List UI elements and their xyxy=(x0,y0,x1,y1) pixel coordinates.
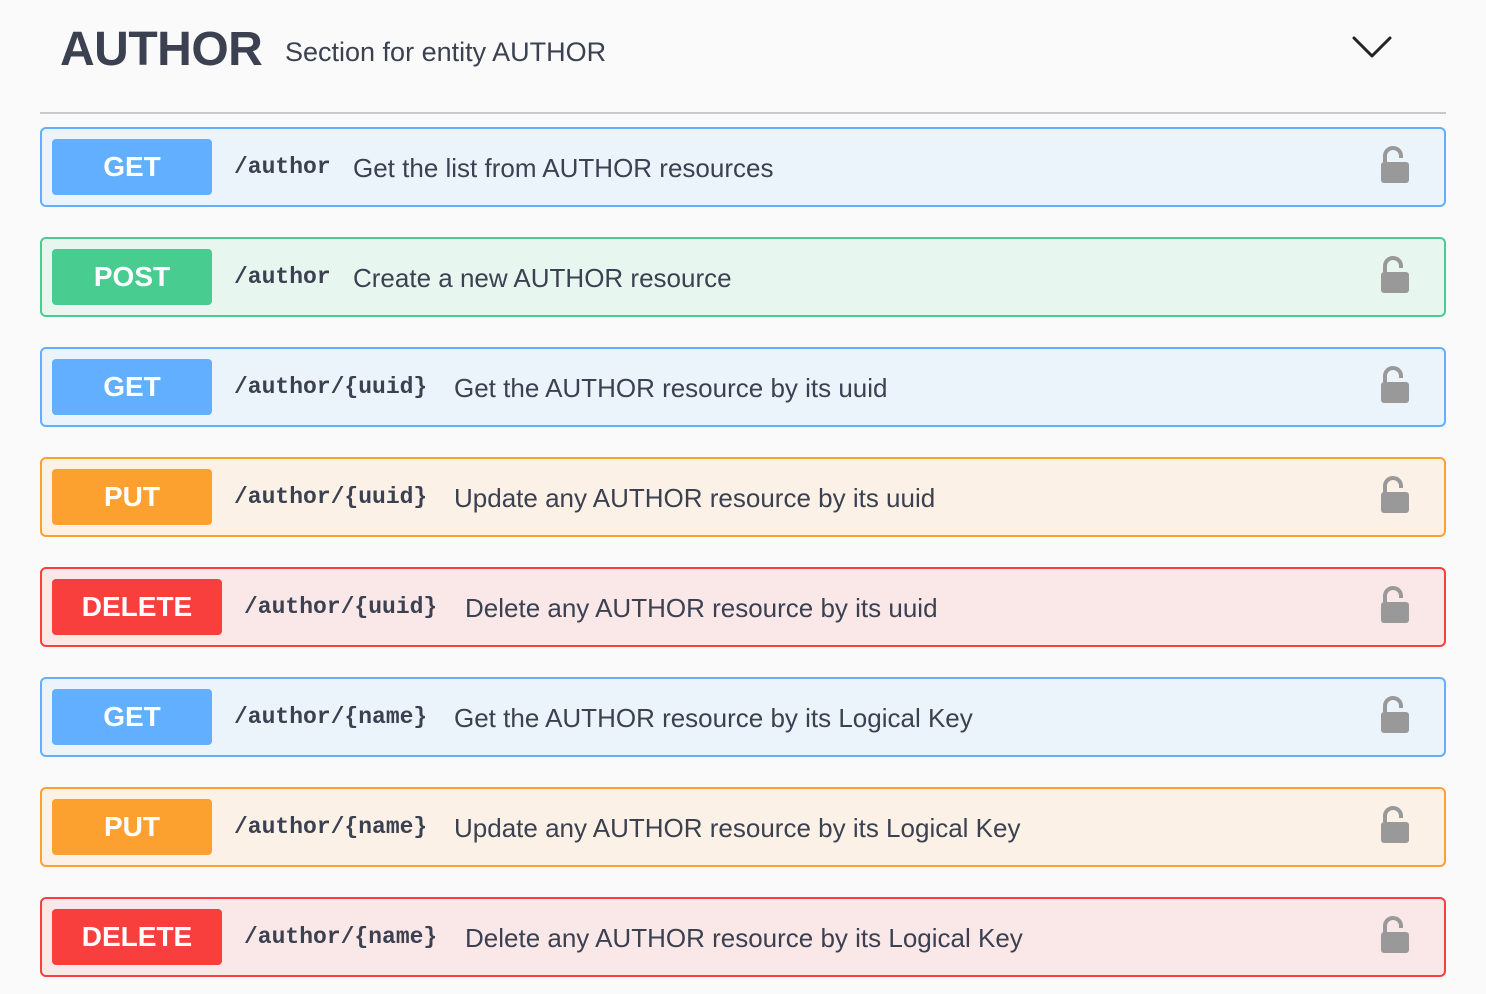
operation-path: /author xyxy=(234,264,331,290)
operation-summary: Update any AUTHOR resource by its Logica… xyxy=(454,813,1021,843)
method-badge: PUT xyxy=(52,799,212,855)
operation-path: /author/{uuid} xyxy=(234,484,428,510)
operation-summary: Get the AUTHOR resource by its Logical K… xyxy=(454,703,973,733)
unlocked-padlock-icon[interactable] xyxy=(1378,695,1412,735)
operation-put-author-uuid[interactable]: PUT /author/{uuid} Update any AUTHOR res… xyxy=(40,457,1446,537)
operation-summary: Create a new AUTHOR resource xyxy=(353,263,732,293)
method-badge: GET xyxy=(52,359,212,415)
operation-summary: Get the AUTHOR resource by its uuid xyxy=(454,373,888,403)
operation-delete-author-name[interactable]: DELETE /author/{name} Delete any AUTHOR … xyxy=(40,897,1446,977)
method-badge: DELETE xyxy=(52,909,222,965)
method-badge: DELETE xyxy=(52,579,222,635)
tag-description: Section for entity AUTHOR xyxy=(285,37,607,67)
chevron-down-icon[interactable] xyxy=(1350,28,1394,64)
operation-delete-author-uuid[interactable]: DELETE /author/{uuid} Delete any AUTHOR … xyxy=(40,567,1446,647)
operation-summary: Delete any AUTHOR resource by its uuid xyxy=(465,593,938,623)
operation-get-author[interactable]: GET /author Get the list from AUTHOR res… xyxy=(40,127,1446,207)
operation-path: /author/{name} xyxy=(244,924,438,950)
method-badge: POST xyxy=(52,249,212,305)
unlocked-padlock-icon[interactable] xyxy=(1378,805,1412,845)
operation-post-author[interactable]: POST /author Create a new AUTHOR resourc… xyxy=(40,237,1446,317)
operation-path: /author/{name} xyxy=(234,814,428,840)
operation-path: /author/{uuid} xyxy=(244,594,438,620)
operation-summary: Update any AUTHOR resource by its uuid xyxy=(454,483,936,513)
operation-get-author-name[interactable]: GET /author/{name} Get the AUTHOR resour… xyxy=(40,677,1446,757)
operation-put-author-name[interactable]: PUT /author/{name} Update any AUTHOR res… xyxy=(40,787,1446,867)
method-badge: GET xyxy=(52,689,212,745)
unlocked-padlock-icon[interactable] xyxy=(1378,365,1412,405)
operation-path: /author/{name} xyxy=(234,704,428,730)
tag-section-header[interactable]: AUTHOR Section for entity AUTHOR xyxy=(40,0,1446,114)
unlocked-padlock-icon[interactable] xyxy=(1378,915,1412,955)
operation-summary: Delete any AUTHOR resource by its Logica… xyxy=(465,923,1023,953)
method-badge: PUT xyxy=(52,469,212,525)
operation-summary: Get the list from AUTHOR resources xyxy=(353,153,774,183)
unlocked-padlock-icon[interactable] xyxy=(1378,145,1412,185)
operation-path: /author/{uuid} xyxy=(234,374,428,400)
tag-title: AUTHOR xyxy=(60,23,263,76)
unlocked-padlock-icon[interactable] xyxy=(1378,585,1412,625)
unlocked-padlock-icon[interactable] xyxy=(1378,475,1412,515)
unlocked-padlock-icon[interactable] xyxy=(1378,255,1412,295)
tag-section-author: AUTHOR Section for entity AUTHOR GET /au… xyxy=(0,0,1486,994)
operation-get-author-uuid[interactable]: GET /author/{uuid} Get the AUTHOR resour… xyxy=(40,347,1446,427)
operation-path: /author xyxy=(234,154,331,180)
method-badge: GET xyxy=(52,139,212,195)
